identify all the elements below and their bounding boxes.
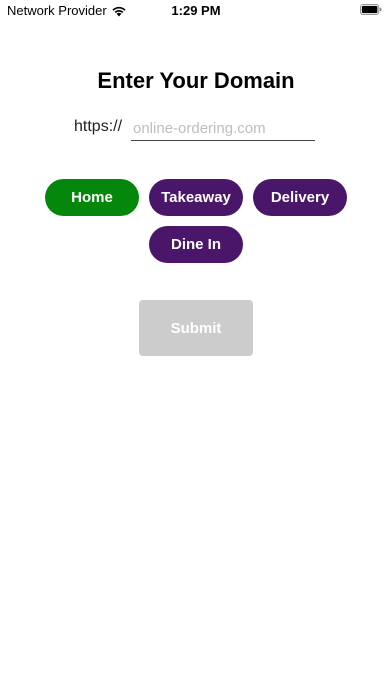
mode-delivery-button[interactable]: Delivery: [253, 179, 347, 216]
status-time: 1:29 PM: [171, 3, 221, 18]
submit-button[interactable]: Submit: [139, 300, 253, 356]
page-title: Enter Your Domain: [97, 68, 295, 93]
url-prefix: https://: [74, 118, 123, 135]
status-bar: Network Provider 1:29 PM: [0, 0, 392, 22]
mode-takeaway-button[interactable]: Takeaway: [149, 179, 243, 216]
battery-icon: [360, 4, 382, 15]
domain-input[interactable]: [131, 116, 315, 141]
mode-home-button[interactable]: Home: [45, 179, 139, 216]
mode-dine-in-button[interactable]: Dine In: [149, 226, 243, 263]
